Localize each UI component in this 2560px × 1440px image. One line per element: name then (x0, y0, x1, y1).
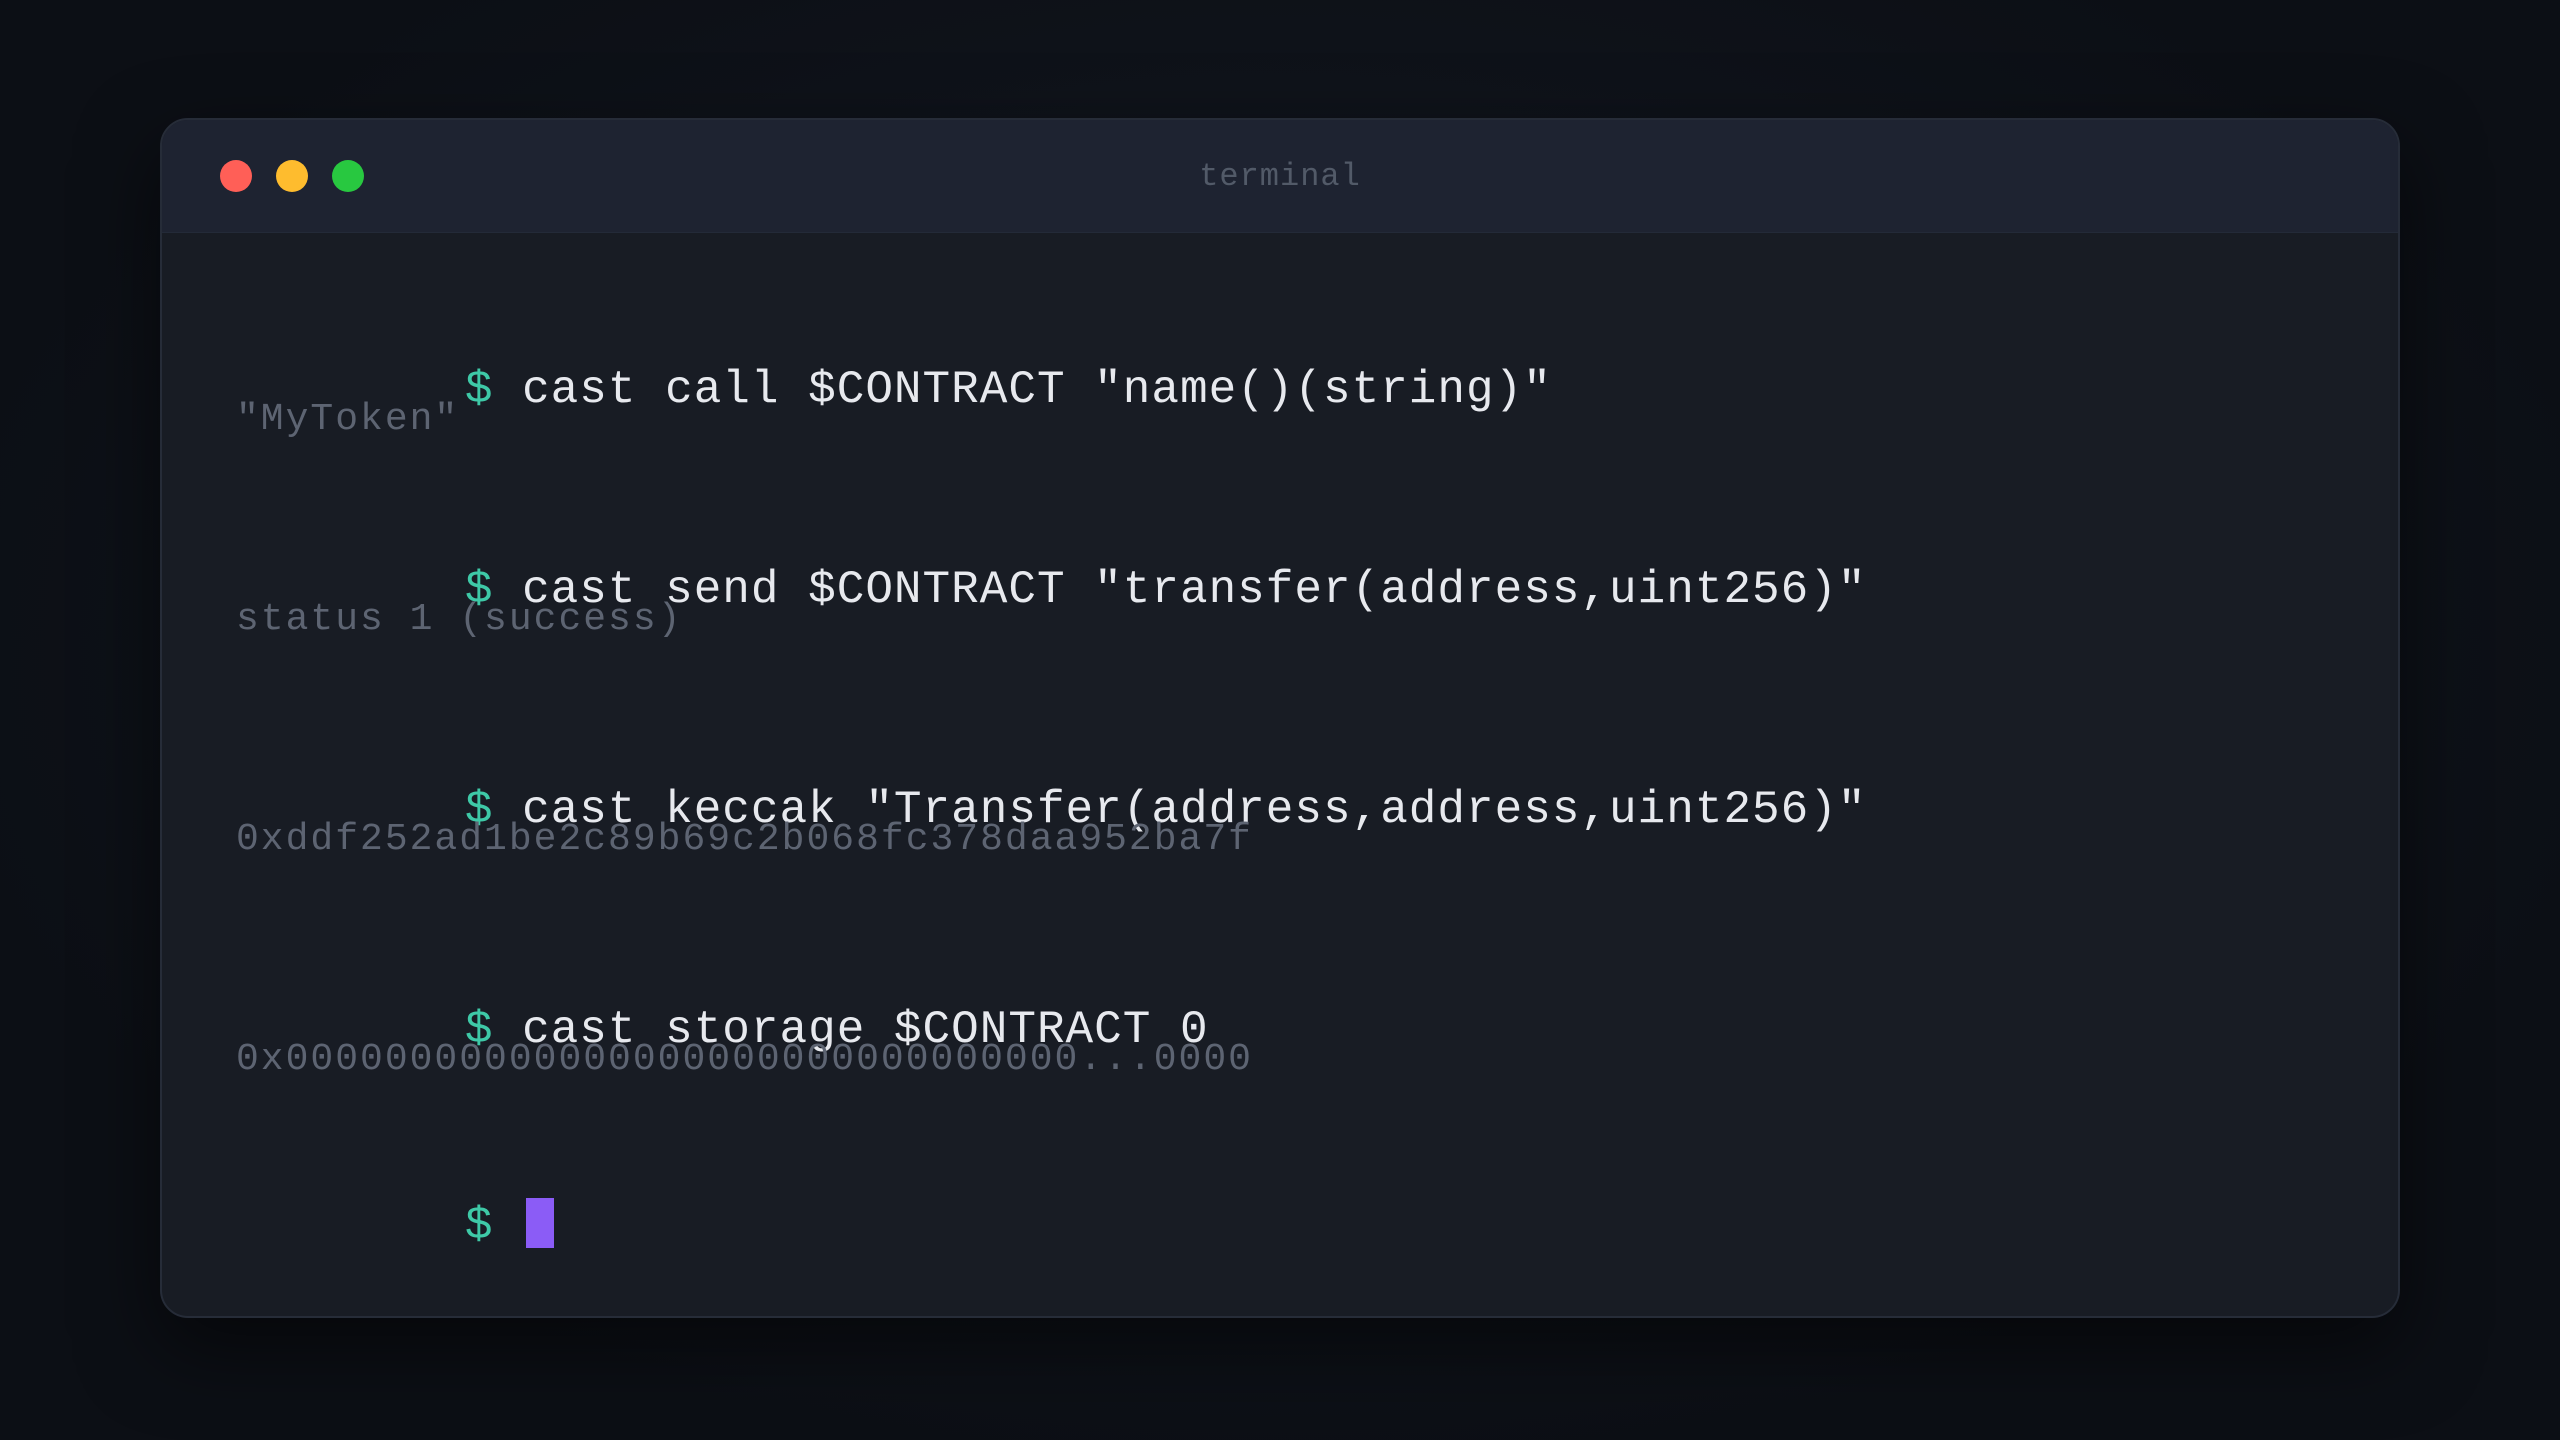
command-line: $ cast keccak "Transfer(address,address,… (236, 732, 1866, 888)
command-output: status 1 (success) (236, 598, 683, 641)
command-text: cast send $CONTRACT "transfer(address,ui… (522, 564, 1867, 616)
command-output: 0xddf252ad1be2c89b69c2b068fc378daa952ba7… (236, 818, 1253, 861)
terminal-window: terminal $ cast call $CONTRACT "name()(s… (160, 118, 2400, 1318)
command-text: cast call $CONTRACT "name()(string)" (522, 364, 1552, 416)
prompt-symbol: $ (464, 1200, 494, 1252)
active-prompt-line[interactable]: $ (236, 1146, 555, 1304)
command-line: $ cast call $CONTRACT "name()(string)" (236, 312, 1552, 468)
command-output: "MyToken" (236, 398, 460, 441)
terminal-output-area[interactable]: $ cast call $CONTRACT "name()(string)" "… (236, 232, 2358, 1316)
prompt-symbol: $ (464, 364, 494, 416)
title-bar: terminal (162, 120, 2398, 233)
text-cursor (526, 1198, 555, 1248)
desktop-background: terminal $ cast call $CONTRACT "name()(s… (0, 0, 2560, 1440)
command-line: $ cast storage $CONTRACT 0 (236, 952, 1209, 1108)
window-title: terminal (1199, 158, 1361, 195)
command-output: 0x00000000000000000000000000000000...000… (236, 1038, 1253, 1081)
command-line: $ cast send $CONTRACT "transfer(address,… (236, 512, 1866, 668)
